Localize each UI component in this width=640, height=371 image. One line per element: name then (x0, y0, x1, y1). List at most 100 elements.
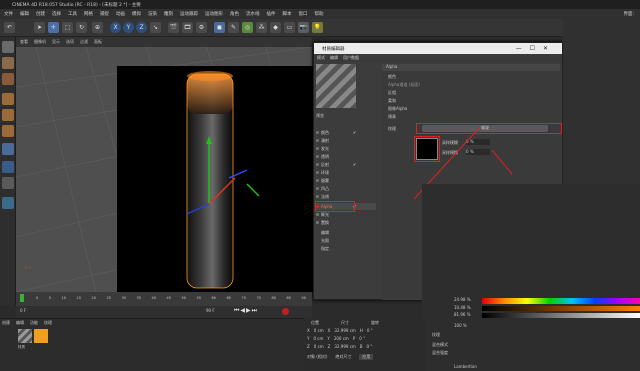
render-view[interactable] (117, 66, 313, 292)
menu-tools[interactable]: 工具 (68, 11, 77, 17)
attr-row-r[interactable]: 24.98 % (454, 297, 471, 302)
last-tool-icon[interactable]: ⊕ (92, 22, 103, 33)
attr-row-b[interactable]: 81.96 % (454, 312, 471, 317)
viewport-menu-options[interactable]: 选项 (66, 39, 74, 45)
dialog-menu-userdata[interactable]: 用户数据 (343, 55, 359, 61)
menu-edit[interactable]: 编辑 (20, 11, 29, 17)
channel-normal[interactable]: 法线 (316, 193, 376, 200)
channel-editor[interactable]: 编辑 (316, 229, 376, 236)
timeline[interactable]: 0 5 10 15 20 25 30 35 40 45 50 55 60 65 70 75 80 85 90 (16, 292, 312, 306)
subdivision-icon[interactable]: ◎ (242, 22, 253, 33)
channel-glow[interactable]: 辉光 (316, 211, 376, 218)
model-value[interactable]: Lambertian (454, 364, 477, 369)
material-menu-create[interactable]: 创建 (2, 320, 10, 326)
record-icon[interactable] (282, 308, 289, 315)
move-icon[interactable]: ✛ (48, 22, 59, 33)
render-settings-icon[interactable]: ⚙ (196, 22, 207, 33)
channel-luminance[interactable]: 发光 (316, 145, 376, 152)
coord-system-icon[interactable]: ↘ (150, 22, 161, 33)
viewport-menu-display[interactable]: 显示 (52, 39, 60, 45)
material-menu-edit[interactable]: 编辑 (16, 320, 24, 326)
workplane-icon[interactable] (2, 73, 14, 85)
menu-snap[interactable]: 捕捉 (100, 11, 109, 17)
solo-icon[interactable] (2, 177, 14, 189)
coord-row-x[interactable]: X0 cm X 32.999 cm H 0 ° (307, 328, 373, 333)
material-preview-swatch[interactable] (316, 64, 356, 108)
points-mode-icon[interactable] (2, 93, 14, 105)
channel-bump[interactable]: 凹凸 (316, 185, 376, 192)
camera-icon[interactable]: 📷 (298, 22, 309, 33)
menu-mesh[interactable]: 网格 (84, 11, 93, 17)
channel-assign[interactable]: 指定 (316, 245, 376, 252)
channel-illumination[interactable]: 光照 (316, 237, 376, 244)
model-mode-icon[interactable] (2, 41, 14, 53)
viewport-menu-view[interactable]: 查看 (20, 39, 28, 45)
render-picture-icon[interactable]: 🎞 (182, 22, 193, 33)
menu-simulate[interactable]: 模拟 (132, 11, 141, 17)
menu-file[interactable]: 文件 (4, 11, 13, 17)
array-icon[interactable]: ⁂ (256, 22, 267, 33)
axis-z-button[interactable]: Z (136, 22, 147, 33)
channel-reflectance[interactable]: 反射 ✔ (316, 161, 376, 168)
menu-pipeline[interactable]: 流水线 (246, 11, 260, 17)
scale-icon[interactable]: ⬚ (62, 22, 73, 33)
viewport-menu-filter[interactable]: 过滤 (80, 39, 88, 45)
channel-diffusion[interactable]: 漫射 (316, 137, 376, 144)
axis-y-button[interactable]: Y (123, 22, 134, 33)
menu-window[interactable]: 窗口 (299, 11, 308, 17)
channel-environment[interactable]: 环境 (316, 169, 376, 176)
undo-icon[interactable]: ↶ (4, 22, 15, 33)
attr-row-g[interactable]: 10.48 % (454, 305, 471, 310)
menu-help[interactable]: 帮助 (315, 11, 324, 17)
polygons-mode-icon[interactable] (2, 125, 14, 137)
axis-mode-icon[interactable] (2, 143, 14, 155)
viewport-menu-camera[interactable]: 摄像机 (34, 39, 46, 45)
menu-select[interactable]: 选择 (52, 11, 61, 17)
coord-mode-select[interactable]: 对象 (相对) (307, 354, 327, 360)
menu-character[interactable]: 角色 (230, 11, 239, 17)
deformer-icon[interactable]: ◆ (270, 22, 281, 33)
menu-render[interactable]: 渲染 (148, 11, 157, 17)
material-thumb-2[interactable] (34, 329, 48, 343)
blue-slider[interactable] (482, 313, 640, 318)
texture-mode-icon[interactable] (2, 57, 14, 69)
dialog-menu-mode[interactable]: 模式 (317, 55, 325, 61)
green-slider[interactable] (482, 306, 640, 311)
coord-size-select[interactable]: 绝对尺寸 (335, 354, 351, 360)
brightness-value[interactable]: 100 % (454, 323, 467, 328)
menu-motion-tracking[interactable]: 运动跟踪 (180, 11, 198, 17)
menu-mograph[interactable]: 运动图形 (205, 11, 223, 17)
playback-buttons-icon[interactable]: ⏮◀▶⏭ (234, 307, 258, 315)
coord-row-z[interactable]: Z0 cm Z 32.999 cm B 0 ° (307, 344, 372, 349)
apply-button[interactable]: 应用 (359, 354, 374, 360)
menu-animate[interactable]: 动画 (116, 11, 125, 17)
coord-row-y[interactable]: Y0 cm Y 200 cm P 0 ° (307, 336, 365, 341)
channel-color[interactable]: 颜色 ✔ (316, 129, 376, 136)
menu-create[interactable]: 创建 (36, 11, 45, 17)
material-thumb-1[interactable] (18, 329, 32, 343)
pen-icon[interactable]: ✎ (228, 22, 239, 33)
select-arrow-icon[interactable]: ➤ (34, 22, 45, 33)
material-menu-function[interactable]: 功能 (30, 320, 38, 326)
render-view-icon[interactable]: 🎬 (168, 22, 179, 33)
channel-fog[interactable]: 烟雾 (316, 177, 376, 184)
rotate-icon[interactable]: ↻ (76, 22, 87, 33)
channel-displacement[interactable]: 置换 (316, 219, 376, 226)
end-frame[interactable]: 90 F (206, 308, 215, 313)
timeline-playhead[interactable] (20, 294, 24, 302)
layer-icon[interactable] (2, 197, 14, 209)
channel-transparency[interactable]: 透明 (316, 153, 376, 160)
edges-mode-icon[interactable] (2, 109, 14, 121)
start-frame[interactable]: 0 F (20, 308, 26, 313)
material-menu-texture[interactable]: 纹理 (44, 320, 52, 326)
menu-plugins[interactable]: 插件 (267, 11, 276, 17)
color-spectrum-bar[interactable] (482, 298, 640, 304)
dialog-menu-edit[interactable]: 编辑 (330, 55, 338, 61)
snap-icon[interactable] (2, 161, 14, 173)
menu-script[interactable]: 脚本 (283, 11, 292, 17)
menu-sculpt[interactable]: 雕刻 (164, 11, 173, 17)
cube-icon[interactable]: ◼ (214, 22, 225, 33)
window-controls-icon[interactable]: —☐✕ (516, 45, 556, 52)
light-icon[interactable]: 💡 (312, 22, 323, 33)
floor-icon[interactable]: ▭ (284, 22, 295, 33)
